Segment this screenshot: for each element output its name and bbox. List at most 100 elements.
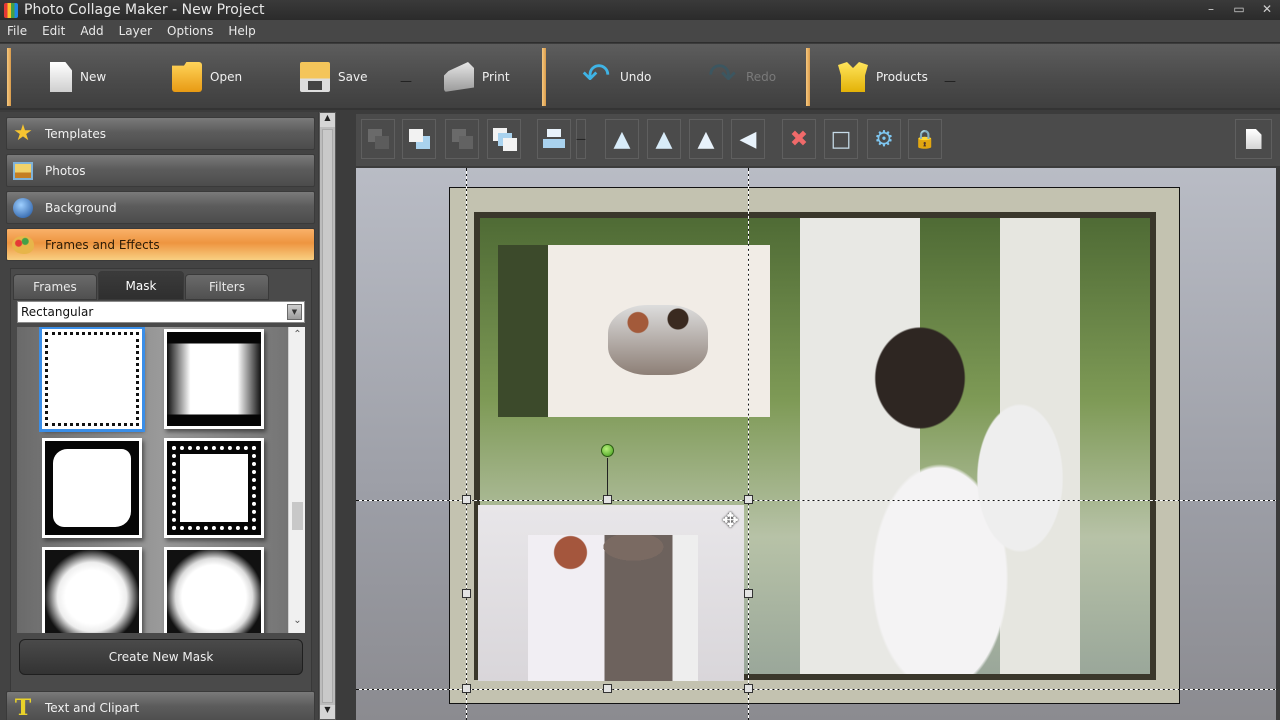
sidebar-item-background[interactable]: Background xyxy=(6,191,315,224)
star-icon: ★ xyxy=(13,121,33,146)
create-new-mask-button[interactable]: Create New Mask xyxy=(19,639,303,675)
new-document-icon xyxy=(50,62,72,92)
print-button[interactable]: Print xyxy=(444,52,510,102)
minimize-button[interactable]: – xyxy=(1204,2,1218,16)
menu-edit[interactable]: Edit xyxy=(42,24,65,38)
products-button[interactable]: Products xyxy=(838,52,928,102)
selection-guide-top xyxy=(356,500,1280,501)
redo-button[interactable]: Redo xyxy=(708,52,776,102)
scroll-thumb[interactable] xyxy=(322,129,333,703)
window-title: Photo Collage Maker - New Project xyxy=(24,2,265,18)
scroll-down-icon[interactable]: ▼ xyxy=(320,705,335,719)
rotate-left-icon: ▲ xyxy=(613,126,631,152)
save-dropdown[interactable]: — xyxy=(400,74,412,88)
background-icon xyxy=(13,197,33,218)
sidebar-item-frames-and-effects[interactable]: Frames and Effects xyxy=(6,228,315,261)
text-icon: T xyxy=(14,694,32,720)
mask-thumb-grainy-edge[interactable] xyxy=(164,547,264,633)
delete-x-icon: ✖ xyxy=(789,126,809,152)
new-label: New xyxy=(80,70,107,84)
tab-filters[interactable]: Filters xyxy=(185,274,269,300)
scroll-down-icon[interactable]: ⌄ xyxy=(289,615,305,631)
selection-guide-bottom xyxy=(356,689,1280,690)
rotate-right-icon: ▲ xyxy=(655,126,673,152)
floppy-disk-icon xyxy=(300,62,330,92)
open-button[interactable]: Open xyxy=(172,52,242,102)
sidebar-item-text-and-clipart[interactable]: T Text and Clipart xyxy=(6,691,315,720)
scroll-thumb[interactable] xyxy=(292,502,303,530)
menu-layer[interactable]: Layer xyxy=(119,24,152,38)
resize-handle-w[interactable] xyxy=(462,589,471,598)
top-photo-couple-veil[interactable] xyxy=(498,245,770,417)
sidebar-item-label: Templates xyxy=(45,126,107,141)
rotate-left-button[interactable]: ▲ xyxy=(605,119,639,159)
chevron-down-icon[interactable]: ▼ xyxy=(287,304,302,320)
bring-forward-button[interactable] xyxy=(402,119,436,159)
gear-icon: ⚙ xyxy=(874,126,894,152)
undo-button[interactable]: Undo xyxy=(582,52,651,102)
menu-file[interactable]: File xyxy=(7,24,27,38)
align-button[interactable] xyxy=(537,119,571,159)
canvas-edge xyxy=(1276,168,1280,720)
resize-handle-e[interactable] xyxy=(744,589,753,598)
menu-options[interactable]: Options xyxy=(167,24,213,38)
mask-thumb-torn-edge[interactable] xyxy=(42,438,142,538)
sidebar-scrollbar[interactable]: ▲ ▼ xyxy=(319,112,336,720)
flip-horizontal-button[interactable]: ▲ xyxy=(689,119,723,159)
sidebar-item-label: Text and Clipart xyxy=(45,700,140,715)
main-toolbar: New Open Save — Print Undo Redo Products xyxy=(0,44,1280,110)
close-button[interactable]: ✕ xyxy=(1260,2,1274,16)
menu-help[interactable]: Help xyxy=(228,24,255,38)
send-backward-button[interactable] xyxy=(361,119,395,159)
resize-handle-s[interactable] xyxy=(603,684,612,693)
toolbar-separator xyxy=(7,48,11,106)
new-button[interactable]: New xyxy=(50,52,106,102)
resize-handle-sw[interactable] xyxy=(462,684,471,693)
menu-add[interactable]: Add xyxy=(80,24,103,38)
rotate-right-button[interactable]: ▲ xyxy=(647,119,681,159)
redo-arrow-icon xyxy=(708,56,738,96)
crop-button[interactable]: □ xyxy=(824,119,858,159)
tab-mask[interactable]: Mask xyxy=(98,271,184,300)
move-cursor-icon: ✥ xyxy=(722,508,739,532)
palette-icon xyxy=(12,235,34,254)
crop-icon: □ xyxy=(830,126,852,152)
resize-handle-n[interactable] xyxy=(603,495,612,504)
save-label: Save xyxy=(338,70,368,84)
settings-button[interactable]: ⚙ xyxy=(867,119,901,159)
resize-handle-ne[interactable] xyxy=(744,495,753,504)
toolbar-separator xyxy=(542,48,546,106)
bottom-photo-selected[interactable] xyxy=(478,505,744,681)
mask-thumb-soft-vertical[interactable] xyxy=(164,329,264,429)
resize-handle-nw[interactable] xyxy=(462,495,471,504)
lock-button[interactable]: 🔒 xyxy=(908,119,942,159)
delete-button[interactable]: ✖ xyxy=(782,119,816,159)
maximize-button[interactable]: ▭ xyxy=(1232,2,1246,16)
flip-vertical-button[interactable]: ◀ xyxy=(731,119,765,159)
sidebar-item-photos[interactable]: Photos xyxy=(6,154,315,187)
bring-to-front-button[interactable] xyxy=(487,119,521,159)
align-dropdown[interactable]: — xyxy=(576,119,586,159)
mask-thumb-dotted-border[interactable] xyxy=(164,438,264,538)
scroll-up-icon[interactable]: ▲ xyxy=(320,113,335,127)
resize-handle-se[interactable] xyxy=(744,684,753,693)
sidebar-item-templates[interactable]: ★ Templates xyxy=(6,117,315,150)
mask-type-select[interactable]: Rectangular ▼ xyxy=(17,301,305,323)
gift-box-icon xyxy=(838,62,868,92)
menu-bar: File Edit Add Layer Options Help xyxy=(0,20,1280,43)
mask-thumb-stamp-edge[interactable] xyxy=(39,327,145,432)
mask-thumb-blur-soft[interactable] xyxy=(42,547,142,633)
tab-frames[interactable]: Frames xyxy=(13,274,97,300)
rotate-handle[interactable] xyxy=(601,444,614,457)
page-button[interactable] xyxy=(1235,119,1272,159)
selection-guide-left xyxy=(466,168,467,720)
scroll-up-icon[interactable]: ⌃ xyxy=(289,329,305,345)
rotate-handle-stem xyxy=(607,458,608,496)
edit-toolbar: — ▲ ▲ ▲ ◀ ✖ □ ⚙ 🔒 xyxy=(356,114,1280,166)
save-button[interactable]: Save xyxy=(300,52,367,102)
send-to-back-button[interactable] xyxy=(445,119,479,159)
products-dropdown[interactable]: — xyxy=(944,74,956,88)
collage-canvas[interactable]: ✥ xyxy=(356,168,1280,720)
send-to-back-icon xyxy=(450,127,474,151)
mask-gallery-scrollbar[interactable]: ⌃ ⌄ xyxy=(288,327,305,633)
